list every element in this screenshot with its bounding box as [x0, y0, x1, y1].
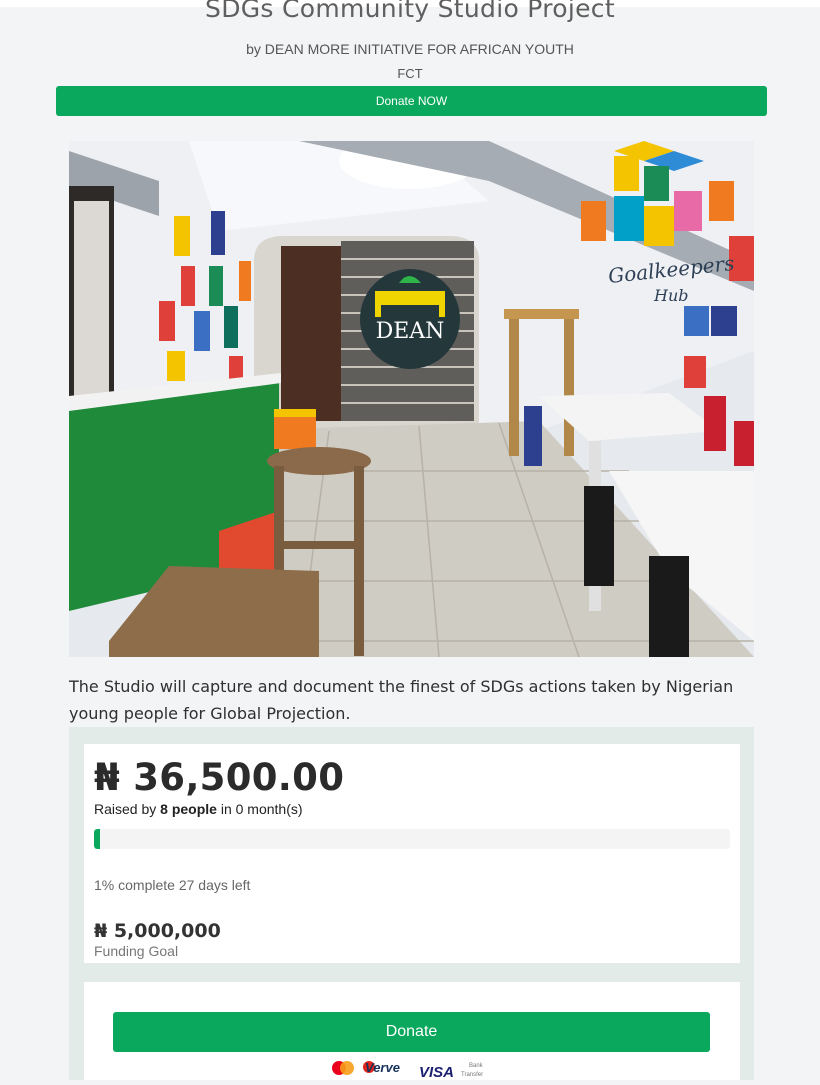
hub-sign: Hub: [653, 286, 689, 305]
location-label: FCT: [397, 66, 423, 81]
funding-goal-label: Funding Goal: [94, 943, 179, 959]
page-title: SDGs Community Studio Project: [205, 0, 615, 23]
project-photo: DEAN Goalkeepers Hub: [69, 141, 754, 657]
verve-icon: Verve: [363, 1060, 400, 1075]
completion-status: 1% complete 27 days left: [94, 877, 251, 893]
donate-button[interactable]: Donate: [113, 1012, 710, 1052]
studio-photo-illustration: DEAN Goalkeepers Hub: [69, 141, 754, 657]
dean-logo-text: DEAN: [376, 319, 445, 344]
raised-by-text: Raised by 8 people in 0 month(s): [94, 801, 303, 817]
donor-count: 8 people: [160, 801, 217, 817]
mastercard-icon: [332, 1061, 354, 1075]
transfer-label: Transfer: [461, 1072, 483, 1078]
organizer-byline[interactable]: by DEAN MORE INITIATIVE FOR AFRICAN YOUT…: [0, 41, 820, 57]
amount-raised: ₦ 36,500.00: [94, 756, 345, 799]
raised-by-prefix: Raised by: [94, 801, 161, 817]
funding-progress-fill: [94, 829, 101, 849]
bank-label: Bank: [469, 1063, 484, 1069]
visa-icon: VISA: [419, 1064, 454, 1080]
verve-label: Verve: [365, 1060, 400, 1075]
project-description: The Studio will capture and document the…: [69, 677, 734, 723]
raised-by-suffix: in 0 month(s): [216, 801, 303, 817]
payment-methods: Verve VISA Bank Transfer: [331, 1056, 501, 1081]
donate-now-button[interactable]: Donate NOW: [56, 86, 767, 116]
payment-logos: Verve VISA Bank Transfer: [332, 1060, 484, 1081]
funding-progress-bar: [94, 829, 730, 849]
funding-goal-amount: ₦ 5,000,000: [94, 920, 221, 942]
